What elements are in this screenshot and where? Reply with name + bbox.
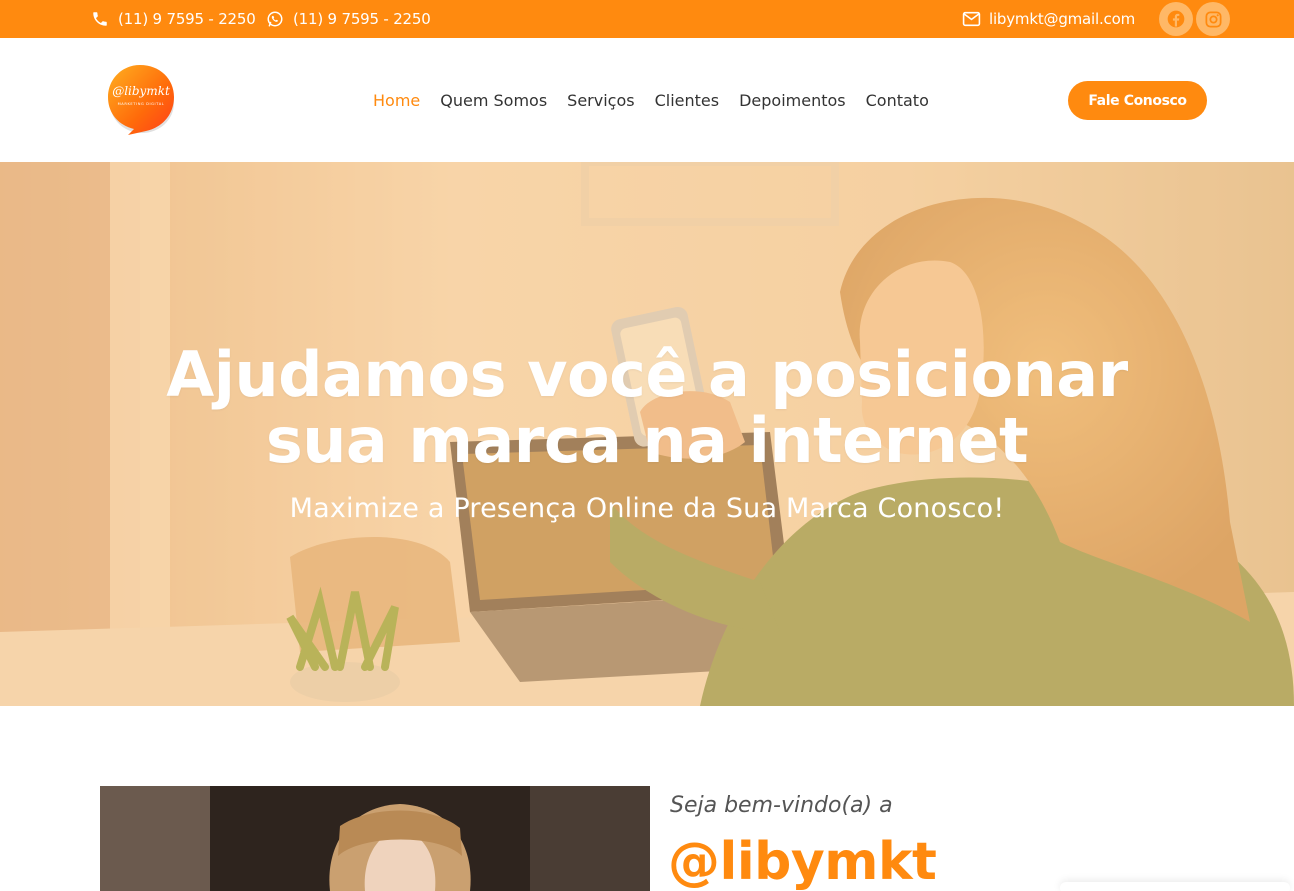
top-contact-bar: (11) 9 7595 - 2250 (11) 9 7595 - 2250 li… <box>0 0 1294 38</box>
nav-contato[interactable]: Contato <box>866 91 929 110</box>
nav-depoimentos[interactable]: Depoimentos <box>739 91 846 110</box>
hero-headline-line-1: Ajudamos você a posicionar <box>166 338 1128 411</box>
nav-clientes[interactable]: Clientes <box>655 91 720 110</box>
hero-banner: Ajudamos você a posicionar sua marca na … <box>0 162 1294 706</box>
phone-link[interactable]: (11) 9 7595 - 2250 <box>90 0 256 38</box>
whatsapp-link[interactable]: (11) 9 7595 - 2250 <box>265 0 431 38</box>
instagram-icon <box>1205 11 1221 27</box>
nav-quem-somos[interactable]: Quem Somos <box>440 91 547 110</box>
logo-wordmark: @libymkt <box>112 84 170 98</box>
instagram-button[interactable] <box>1196 2 1230 36</box>
email-link[interactable]: libymkt@gmail.com <box>961 0 1135 38</box>
whatsapp-number: (11) 9 7595 - 2250 <box>293 10 431 28</box>
email-address: libymkt@gmail.com <box>989 10 1135 28</box>
nav-servicos[interactable]: Serviços <box>567 91 634 110</box>
whatsapp-icon <box>265 9 285 29</box>
main-nav: Home Quem Somos Serviços Clientes Depoim… <box>373 38 949 162</box>
brand-heading: @libymkt <box>668 832 937 891</box>
mail-icon <box>961 9 981 29</box>
hero-subheadline: Maximize a Presença Online da Sua Marca … <box>289 493 1005 524</box>
welcome-text: Seja bem-vindo(a) a <box>670 793 893 818</box>
nav-home[interactable]: Home <box>373 91 420 110</box>
site-header: @libymkt MARKETING DIGITAL Home Quem Som… <box>0 38 1294 162</box>
logo-tagline: MARKETING DIGITAL <box>118 102 165 106</box>
about-photo <box>100 786 650 891</box>
fale-conosco-button[interactable]: Fale Conosco <box>1068 81 1207 120</box>
facebook-button[interactable] <box>1159 2 1193 36</box>
site-logo[interactable]: @libymkt MARKETING DIGITAL <box>106 61 176 135</box>
facebook-icon <box>1167 10 1185 28</box>
phone-number: (11) 9 7595 - 2250 <box>118 10 256 28</box>
hero-headline: Ajudamos você a posicionar sua marca na … <box>0 342 1294 474</box>
phone-icon <box>90 9 110 29</box>
hero-headline-line-2: sua marca na internet <box>265 404 1029 477</box>
floating-widget-edge <box>1060 882 1290 891</box>
